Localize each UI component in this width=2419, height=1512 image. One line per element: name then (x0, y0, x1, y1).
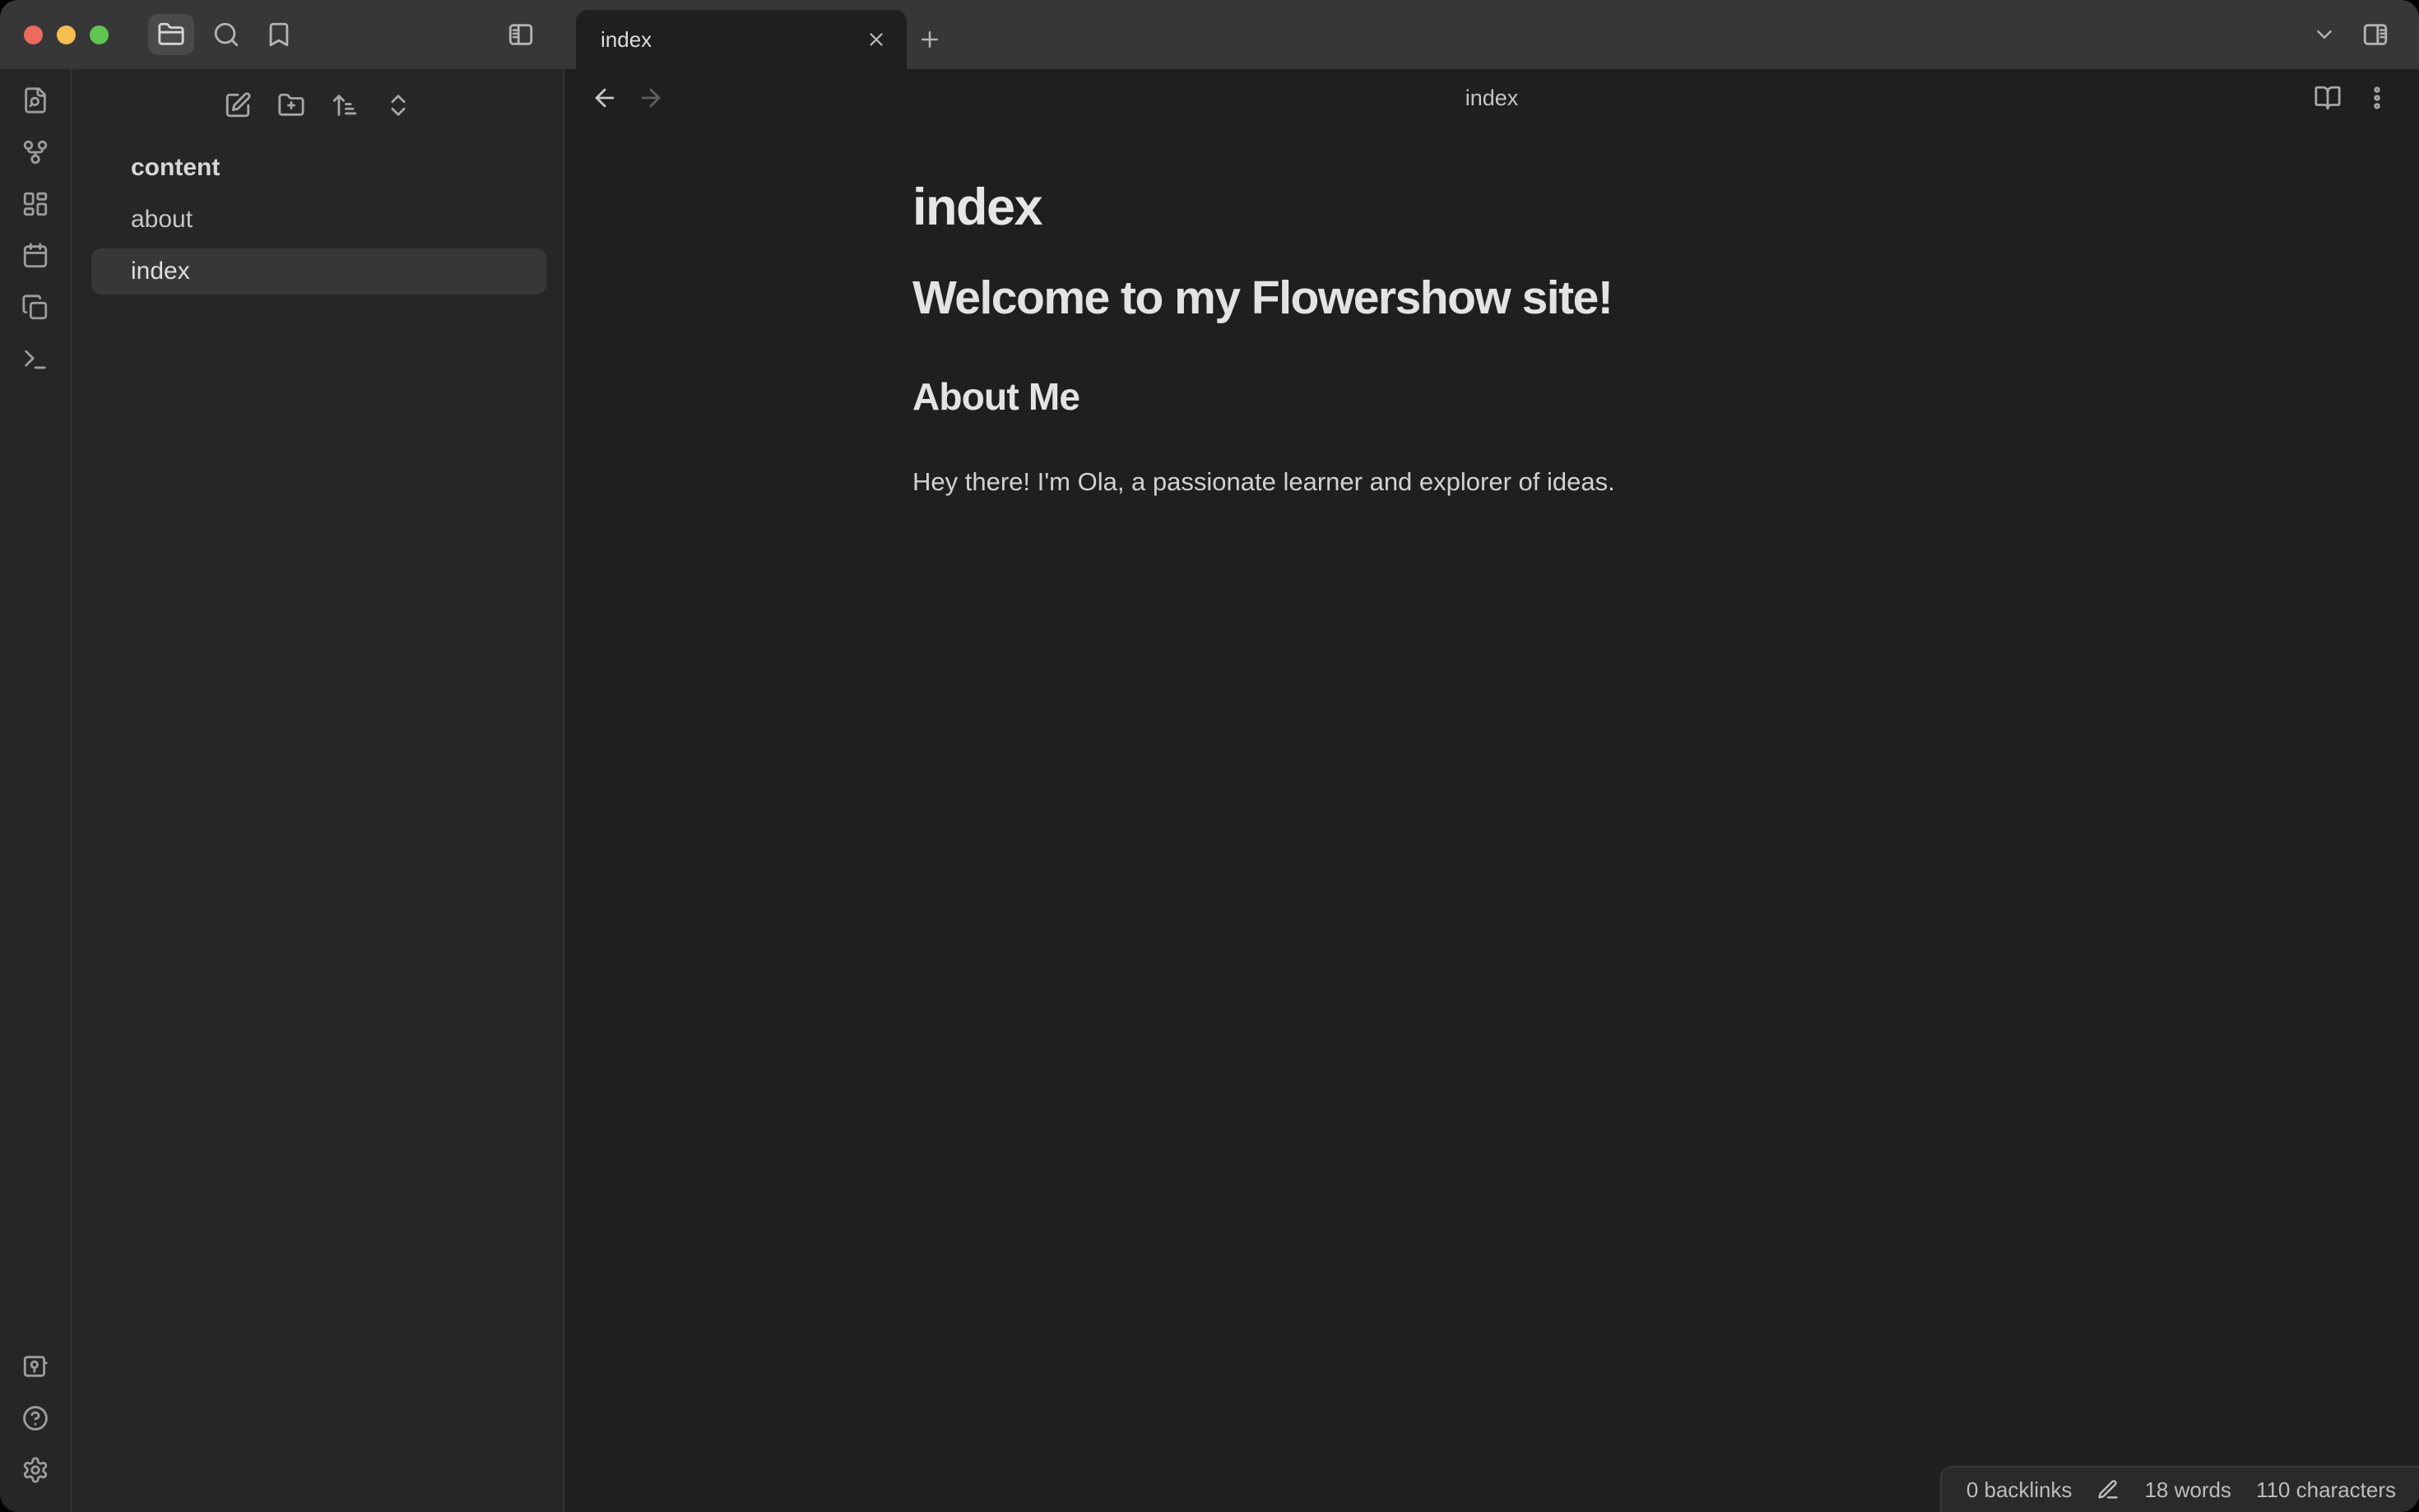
calendar-icon[interactable] (21, 242, 49, 270)
titlebar-actions (2312, 0, 2419, 69)
traffic-lights (24, 25, 109, 44)
book-open-icon[interactable] (2314, 84, 2342, 112)
copy-files-icon[interactable] (21, 294, 49, 322)
file-explorer: content about index (72, 69, 564, 1512)
folder-label: content (131, 154, 221, 181)
tab-bar: index (566, 0, 2419, 69)
view-header-title: index (1465, 85, 1519, 110)
panel-right-icon[interactable] (2360, 21, 2391, 49)
document-editor[interactable]: index Welcome to my Flowershow site! Abo… (912, 127, 2068, 502)
close-window-button[interactable] (24, 25, 43, 44)
bookmark-icon (265, 21, 293, 49)
collapse-icon[interactable] (384, 91, 412, 119)
workspace: content about index index index Welcome … (0, 69, 2419, 1512)
file-search-icon[interactable] (21, 86, 49, 114)
toggle-left-sidebar-button[interactable] (500, 14, 541, 55)
bookmarks-button[interactable] (258, 14, 299, 55)
folder-item-content[interactable]: content (91, 145, 546, 191)
word-count[interactable]: 18 words (2144, 1477, 2231, 1503)
ribbon-bottom (21, 1352, 49, 1484)
file-item-about[interactable]: about (91, 197, 546, 243)
zoom-window-button[interactable] (90, 25, 109, 44)
doc-heading-1: Welcome to my Flowershow site! (912, 271, 1613, 325)
character-count[interactable]: 110 characters (2256, 1477, 2396, 1503)
new-folder-icon[interactable] (277, 91, 305, 119)
minimize-window-button[interactable] (57, 25, 76, 44)
inline-title[interactable]: index (912, 178, 2068, 237)
new-tab-button[interactable] (907, 10, 953, 69)
terminal-icon[interactable] (21, 346, 49, 373)
ribbon-top (21, 86, 49, 373)
titlebar: index (0, 0, 2419, 69)
pencil-icon[interactable] (2096, 1478, 2120, 1501)
search-icon (212, 21, 240, 49)
folder-icon (157, 21, 185, 49)
view-header-actions (2314, 84, 2391, 112)
app-window: index content about index index index We… (0, 0, 2419, 1512)
tab-title: index (601, 26, 652, 52)
panel-left-icon (505, 21, 536, 49)
chevron-down-icon[interactable] (2312, 22, 2337, 47)
view-header: index (564, 69, 2419, 127)
status-bar: 0 backlinks 18 words 110 characters (1939, 1466, 2419, 1512)
doc-heading-2: About Me (912, 374, 1080, 418)
plus-icon (917, 27, 942, 52)
file-tree: content about index (72, 141, 563, 295)
main-pane: index index Welcome to my Flowershow sit… (564, 69, 2419, 1512)
dashboard-icon[interactable] (21, 190, 49, 218)
new-note-icon[interactable] (224, 91, 252, 119)
arrow-right-icon[interactable] (637, 84, 665, 112)
titlebar-left (0, 0, 566, 69)
explorer-header (72, 69, 563, 141)
file-label: index (131, 257, 190, 285)
files-toggle-button[interactable] (148, 14, 194, 55)
ribbon (0, 69, 72, 1512)
arrow-left-icon[interactable] (591, 84, 619, 112)
nav-arrows (591, 84, 665, 112)
more-options-icon[interactable] (2363, 84, 2391, 112)
tab-close-icon[interactable] (866, 29, 887, 50)
sort-icon[interactable] (331, 91, 359, 119)
search-button[interactable] (206, 14, 247, 55)
file-label: about (131, 206, 193, 233)
graph-icon[interactable] (21, 138, 49, 166)
backlinks-count[interactable]: 0 backlinks (1966, 1477, 2073, 1503)
doc-paragraph: Hey there! I'm Ola, a passionate learner… (912, 467, 1615, 497)
help-icon[interactable] (21, 1404, 49, 1432)
file-item-index[interactable]: index (91, 248, 546, 295)
vault-icon[interactable] (21, 1352, 49, 1380)
tab-index[interactable]: index (576, 10, 907, 69)
settings-icon[interactable] (21, 1456, 49, 1484)
